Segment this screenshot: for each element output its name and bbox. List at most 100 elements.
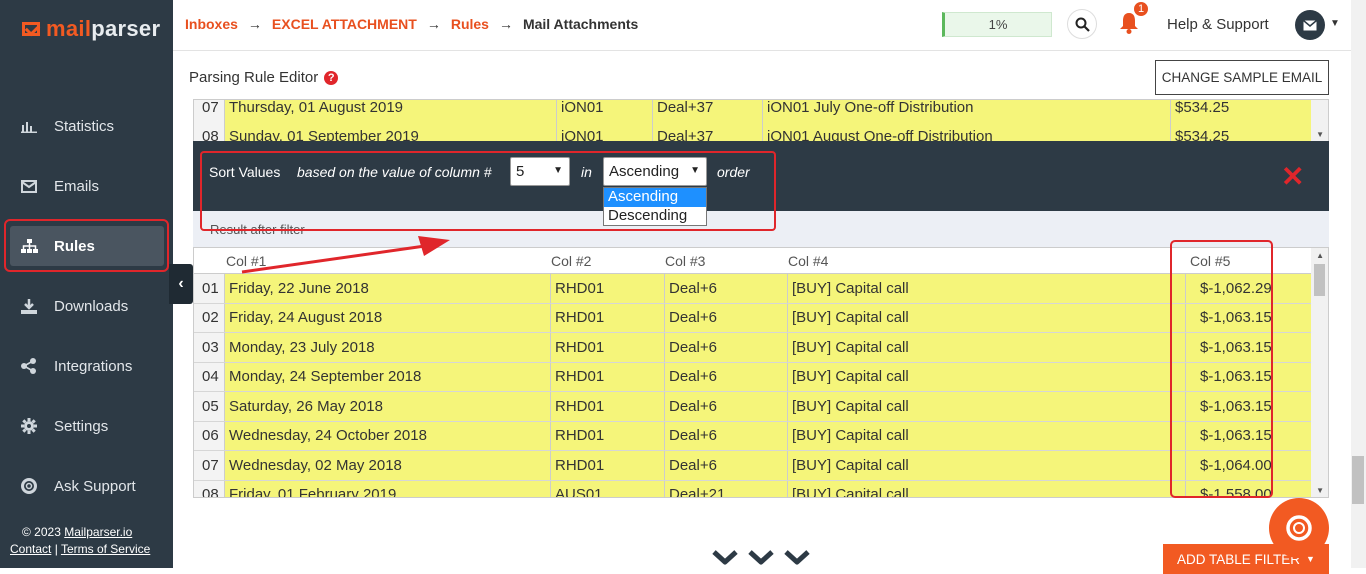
footer-separator: | — [51, 542, 61, 556]
page-scrollbar-thumb[interactable] — [1352, 456, 1364, 504]
row-number: 07 — [194, 451, 225, 480]
row-number: 08 — [194, 480, 225, 497]
table-cell: iON01 August One-off Distribution — [763, 122, 1171, 141]
sidebar-item-emails[interactable]: Emails — [10, 166, 164, 206]
table-cell: Thursday, 01 August 2019 — [225, 100, 557, 122]
chevron-left-icon: ‹ — [178, 275, 184, 292]
change-sample-email-button[interactable]: CHANGE SAMPLE EMAIL — [1155, 60, 1329, 95]
add-table-filter-label: ADD TABLE FILTER — [1177, 551, 1301, 567]
notification-badge: 1 — [1132, 0, 1150, 18]
sidebar-item-label: Downloads — [54, 297, 129, 315]
table-cell: Monday, 23 July 2018 — [225, 333, 551, 362]
table-cell: RHD01 — [551, 451, 665, 480]
breadcrumb-excel-attachment[interactable]: EXCEL ATTACHMENT — [272, 16, 417, 32]
source-table: 07 Thursday, 01 August 2019 iON01 Deal+3… — [193, 99, 1329, 141]
table-cell: [BUY] Capital call — [788, 392, 1186, 421]
sidebar-item-label: Emails — [54, 177, 100, 195]
table-row: 07 Thursday, 01 August 2019 iON01 Deal+3… — [194, 100, 1312, 123]
breadcrumb-inboxes[interactable]: Inboxes — [185, 16, 238, 32]
copyright-text: © 2023 — [22, 525, 65, 539]
scroll-up-icon[interactable]: ▲ — [1316, 251, 1324, 260]
table-cell: [BUY] Capital call — [788, 333, 1186, 362]
sidebar-item-integrations[interactable]: Integrations — [10, 346, 164, 386]
table-scrollbar[interactable]: ▼ — [1311, 100, 1328, 141]
collapse-sidebar-button[interactable]: ‹ — [169, 264, 193, 304]
column-header: Col #2 — [551, 252, 592, 269]
table-row: 02 Friday, 24 August 2018 RHD01 Deal+6 [BUY]… — [194, 303, 1312, 333]
table-cell: RHD01 — [551, 303, 665, 332]
annotation-filter-outline — [200, 151, 776, 231]
breadcrumb-rules[interactable]: Rules — [451, 16, 489, 32]
scroll-down-icon[interactable]: ▼ — [1316, 486, 1324, 495]
scrollbar-thumb[interactable] — [1314, 264, 1325, 296]
close-filter-icon[interactable]: ✕ — [1281, 163, 1304, 191]
sidebar-item-ask-support[interactable]: Ask Support — [10, 466, 164, 506]
table-row: 08 Sunday, 01 September 2019 iON01 Deal+… — [194, 122, 1312, 141]
help-support-link[interactable]: Help & Support — [1167, 16, 1269, 33]
table-cell: [BUY] Capital call — [788, 362, 1186, 391]
table-cell: Deal+6 — [665, 303, 788, 332]
page-title: Parsing Rule Editor ? — [189, 69, 339, 86]
breadcrumb: Inboxes → EXCEL ATTACHMENT → Rules → Mai… — [185, 16, 638, 32]
envelope-icon — [20, 178, 38, 194]
table-cell: [BUY] Capital call — [788, 274, 1186, 303]
table-cell: Deal+6 — [665, 362, 788, 391]
envelope-icon — [1303, 19, 1317, 30]
search-button[interactable] — [1067, 9, 1097, 39]
table-cell: Deal+6 — [665, 333, 788, 362]
sidebar-item-label: Integrations — [54, 357, 133, 375]
table-cell: RHD01 — [551, 362, 665, 391]
table-row: 08 Friday, 01 February 2019 AUS01 Deal+21 [B… — [194, 480, 1312, 497]
breadcrumb-current: Mail Attachments — [522, 16, 639, 32]
envelope-logo-icon — [22, 22, 40, 36]
annotation-col5-outline — [1170, 240, 1273, 498]
table-cell: Wednesday, 24 October 2018 — [225, 421, 551, 450]
caret-down-icon[interactable]: ▼ — [1330, 18, 1340, 29]
table-cell: Sunday, 01 September 2019 — [225, 122, 557, 141]
table-row: 03 Monday, 23 July 2018 RHD01 Deal+6 [BUY] C… — [194, 333, 1312, 363]
table-cell: Deal+37 — [653, 122, 763, 141]
sidebar-item-statistics[interactable]: Statistics — [10, 106, 164, 146]
table-cell: Deal+6 — [665, 421, 788, 450]
table-cell: iON01 July One-off Distribution — [763, 100, 1171, 122]
table-cell: Deal+6 — [665, 392, 788, 421]
editor-header: Parsing Rule Editor ? CHANGE SAMPLE EMAI… — [173, 51, 1353, 101]
sidebar-footer: © 2023 Mailparser.io Contact | Terms of … — [10, 524, 150, 558]
table-cell: $534.25 — [1171, 100, 1312, 122]
table-cell: RHD01 — [551, 421, 665, 450]
help-icon[interactable]: ? — [324, 70, 339, 85]
row-number: 06 — [194, 421, 225, 450]
table-row: 01 Friday, 22 June 2018 RHD01 Deal+6 [BUY] C… — [194, 274, 1312, 304]
download-icon — [20, 298, 38, 314]
table-cell: AUS01 — [551, 480, 665, 497]
table-scrollbar[interactable]: ▲ ▼ — [1311, 248, 1328, 497]
arrow-right-icon: → — [247, 16, 262, 32]
expand-chevrons-icon[interactable] — [708, 546, 818, 568]
table-cell: Deal+6 — [665, 451, 788, 480]
table-row: 04 Monday, 24 September 2018 RHD01 Deal+6 [B… — [194, 362, 1312, 392]
table-cell: iON01 — [557, 100, 653, 122]
table-cell: [BUY] Capital call — [788, 451, 1186, 480]
table-cell: Friday, 22 June 2018 — [225, 274, 551, 303]
mailparser-logo[interactable]: mailparser — [22, 14, 160, 44]
row-number: 04 — [194, 362, 225, 391]
mailparser-link[interactable]: Mailparser.io — [64, 525, 132, 539]
table-row: 06 Wednesday, 24 October 2018 RHD01 Deal+6[… — [194, 421, 1312, 451]
avatar[interactable] — [1295, 10, 1325, 40]
search-icon — [1075, 17, 1090, 32]
share-icon — [20, 358, 38, 374]
table-cell: $534.25 — [1171, 122, 1312, 141]
table-cell: Deal+6 — [665, 274, 788, 303]
annotation-arrow-icon — [241, 236, 450, 274]
terms-link[interactable]: Terms of Service — [61, 542, 150, 556]
arrow-right-icon: → — [498, 16, 513, 32]
table-cell: [BUY] Capital call — [788, 303, 1186, 332]
table-row: 05 Saturday, 26 May 2018 RHD01 Deal+6 [BUY] … — [194, 392, 1312, 422]
quota-progress: 1% — [942, 12, 1052, 37]
scroll-down-icon[interactable]: ▼ — [1316, 130, 1324, 139]
sidebar-item-label: Ask Support — [54, 477, 136, 495]
sidebar-item-settings[interactable]: Settings — [10, 406, 164, 446]
contact-link[interactable]: Contact — [10, 542, 51, 556]
sidebar-item-downloads[interactable]: Downloads — [10, 286, 164, 326]
chat-widget-button[interactable] — [1269, 498, 1329, 558]
